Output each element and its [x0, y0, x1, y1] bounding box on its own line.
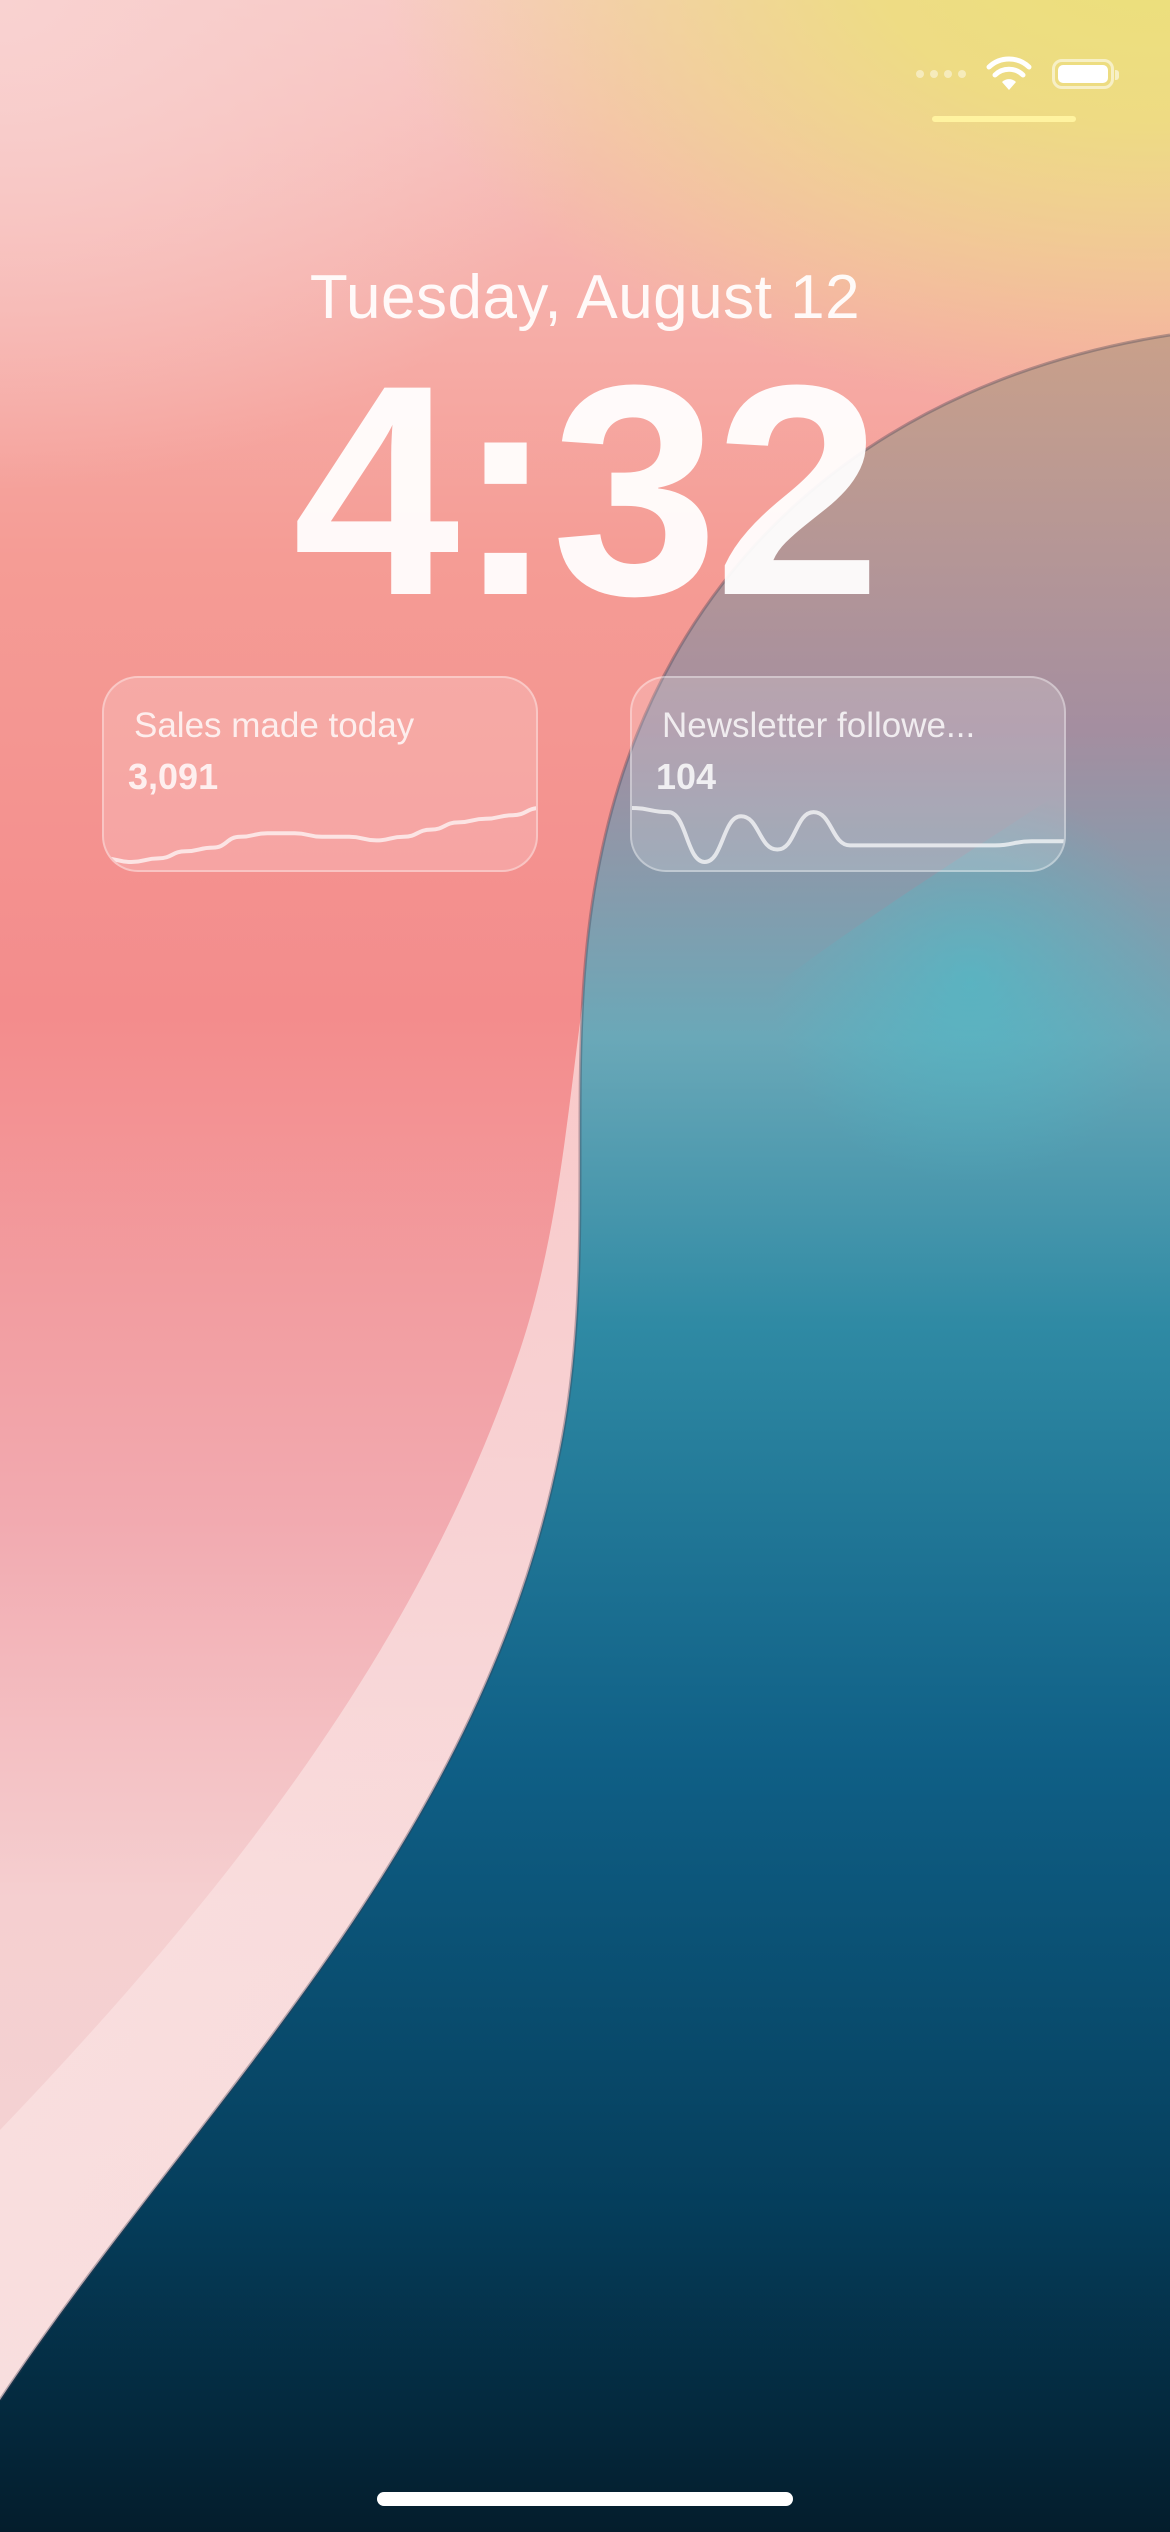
- widget-title: Sales made today: [134, 706, 415, 745]
- sales-sparkline: [104, 806, 536, 865]
- battery-icon: [1052, 59, 1119, 89]
- newsletter-widget[interactable]: Newsletter followe... 104: [630, 676, 1066, 872]
- widget-title: Newsletter followe...: [662, 706, 976, 745]
- wifi-icon: [986, 56, 1032, 92]
- status-bar: [916, 52, 1119, 96]
- newsletter-sparkline: [632, 806, 1064, 865]
- cellular-signal-icon: [916, 70, 966, 78]
- lock-screen: Tuesday, August 12 4:32 Sales made today…: [0, 0, 1170, 2532]
- sparkline-path: [632, 806, 1064, 865]
- sales-widget[interactable]: Sales made today 3,091: [102, 676, 538, 872]
- lock-time: 4:32: [292, 322, 881, 658]
- status-indicator-bar: [932, 116, 1076, 122]
- home-indicator[interactable]: [377, 2492, 793, 2506]
- sparkline-path: [104, 806, 536, 865]
